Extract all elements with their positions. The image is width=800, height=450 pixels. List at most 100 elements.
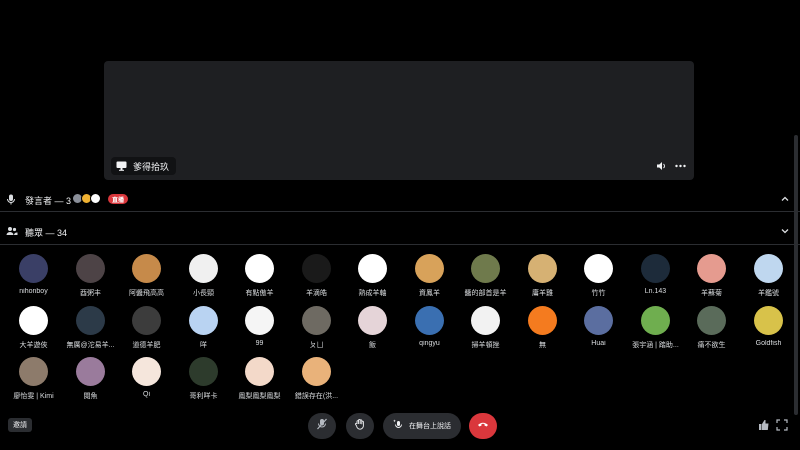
audience-member[interactable]: 庸羊雞 — [514, 254, 571, 304]
avatar — [19, 306, 48, 335]
audience-title: 聽眾 — 34 — [25, 228, 68, 238]
audience-member-name: 酉粥丰 — [80, 290, 101, 297]
leave-stage-button[interactable] — [469, 413, 497, 439]
invite-button[interactable]: 邀請 — [8, 418, 32, 432]
audience-member-name: 哥利咩卡 — [189, 393, 218, 400]
audience-member-name: 資鳳羊 — [419, 290, 440, 297]
avatar — [76, 254, 105, 283]
avatar — [641, 306, 670, 335]
audience-member-name: 竹竹 — [591, 290, 606, 297]
audience-member-name: 羊滴皓 — [306, 290, 327, 297]
audience-member[interactable]: 哥利咩卡 — [175, 357, 232, 407]
audience-member[interactable]: 張宇涵 | 踏助... — [627, 306, 684, 356]
audience-member[interactable]: 小長頸 — [175, 254, 232, 304]
audience-member-name: Huai — [591, 340, 606, 347]
avatar — [754, 306, 783, 335]
audience-member-name: 羊鑑號 — [758, 290, 779, 297]
audience-member[interactable]: 羊蘇菊 — [683, 254, 740, 304]
audience-member-name: 廖怡雯 | Kimi — [13, 393, 54, 400]
audience-member[interactable]: 醬的部首是羊 — [457, 254, 514, 304]
audience-header[interactable]: 聽眾 — 34 — [0, 221, 800, 243]
audience-member-name: 閱魚 — [83, 393, 98, 400]
audience-member[interactable]: 掃羊頓挫 — [457, 306, 514, 356]
audience-member-name: 大羊遊俠 — [19, 342, 48, 349]
fullscreen-icon[interactable] — [776, 418, 788, 431]
live-badge: 直播 — [108, 194, 129, 204]
audience-member[interactable]: Huai — [570, 306, 627, 356]
avatar — [76, 357, 105, 386]
audience-member-name: 鳳梨鳳梨鳳梨 — [238, 393, 281, 400]
speak-on-stage-button[interactable]: 在舞台上說話 — [383, 413, 461, 439]
audience-member[interactable]: 道德羊肥 — [118, 306, 175, 356]
audience-member-name: 張宇涵 | 踏助... — [632, 342, 679, 349]
audience-member[interactable]: 資鳳羊 — [401, 254, 458, 304]
avatar — [584, 306, 613, 335]
chevron-down-icon[interactable] — [780, 226, 790, 238]
audience-member-name: 痛不欲生 — [697, 342, 726, 349]
avatar — [415, 306, 444, 335]
audience-member[interactable]: 大羊遊俠 — [5, 306, 62, 356]
audience-member[interactable]: 有點傲羊 — [231, 254, 288, 304]
audience-member[interactable]: 錯誤存在(洪... — [288, 357, 345, 407]
sparkle-mic-icon — [393, 417, 404, 435]
audience-member-name: 阿醬飛高高 — [129, 290, 164, 297]
audience-member[interactable]: Ln.143 — [627, 254, 684, 304]
microphone-icon — [6, 194, 16, 207]
audience-member-name: 咩 — [200, 342, 207, 349]
audience-member[interactable]: 竹竹 — [570, 254, 627, 304]
avatar — [189, 306, 218, 335]
volume-icon[interactable] — [652, 157, 670, 175]
audience-member[interactable]: 熟成羊軸 — [344, 254, 401, 304]
audience-member-name: nihonboy — [19, 288, 48, 295]
audience-member[interactable]: 羊鑑號 — [740, 254, 797, 304]
avatar — [471, 254, 500, 283]
avatar — [584, 254, 613, 283]
audience-member[interactable]: 痛不欲生 — [683, 306, 740, 356]
audience-member[interactable]: 廖怡雯 | Kimi — [5, 357, 62, 407]
phone-hangup-icon — [477, 417, 489, 435]
audience-member-name: qingyu — [419, 340, 440, 347]
audience-member[interactable]: 閱魚 — [62, 357, 119, 407]
speak-on-stage-label: 在舞台上說話 — [409, 423, 451, 430]
audience-member[interactable]: 羊滴皓 — [288, 254, 345, 304]
audience-member-name: 錯誤存在(洪... — [294, 393, 339, 400]
audience-member-name: 無厲@沱易羊... — [66, 342, 115, 349]
audience-member[interactable]: 鳳梨鳳梨鳳梨 — [231, 357, 288, 407]
audience-member-name: 庸羊雞 — [532, 290, 553, 297]
speaker-avatars — [72, 193, 101, 204]
audience-member[interactable]: 無 — [514, 306, 571, 356]
stage-stream[interactable]: 爹得拾玖 — [104, 61, 694, 180]
muted-mic-button[interactable] — [308, 413, 336, 439]
audience-member-name: 99 — [255, 340, 264, 347]
avatar — [641, 254, 670, 283]
thumbs-up-icon[interactable] — [758, 418, 770, 430]
avatar — [189, 357, 218, 386]
chevron-up-icon[interactable] — [780, 194, 790, 206]
audience-member[interactable]: 無厲@沱易羊... — [62, 306, 119, 356]
avatar — [19, 254, 48, 283]
audience-member[interactable]: 99 — [231, 306, 288, 356]
audience-member[interactable]: 咩 — [175, 306, 232, 356]
audience-member-name: 無 — [539, 342, 546, 349]
audience-member-name: ㄆㄩ — [309, 342, 324, 349]
audience-member[interactable]: 阿醬飛高高 — [118, 254, 175, 304]
audience-member[interactable]: ㄆㄩ — [288, 306, 345, 356]
speakers-header[interactable]: 發言者 — 3 直播 — [0, 189, 800, 211]
avatar — [19, 357, 48, 386]
avatar — [189, 254, 218, 283]
avatar — [302, 306, 331, 335]
audience-member[interactable]: 酉粥丰 — [62, 254, 119, 304]
avatar — [358, 306, 387, 335]
stream-user-name: 爹得拾玖 — [133, 161, 170, 172]
audience-member[interactable]: 飯 — [344, 306, 401, 356]
audience-member[interactable]: Goldfish — [740, 306, 797, 356]
audience-member[interactable]: qingyu — [401, 306, 458, 356]
audience-member[interactable]: nihonboy — [5, 254, 62, 304]
audience-member-name: 有點傲羊 — [245, 290, 274, 297]
avatar — [76, 306, 105, 335]
avatar — [471, 306, 500, 335]
raise-hand-button[interactable] — [346, 413, 374, 439]
more-icon[interactable] — [671, 157, 689, 175]
audience-member-name: 小長頸 — [193, 290, 214, 297]
audience-member[interactable]: Qi — [118, 357, 175, 407]
